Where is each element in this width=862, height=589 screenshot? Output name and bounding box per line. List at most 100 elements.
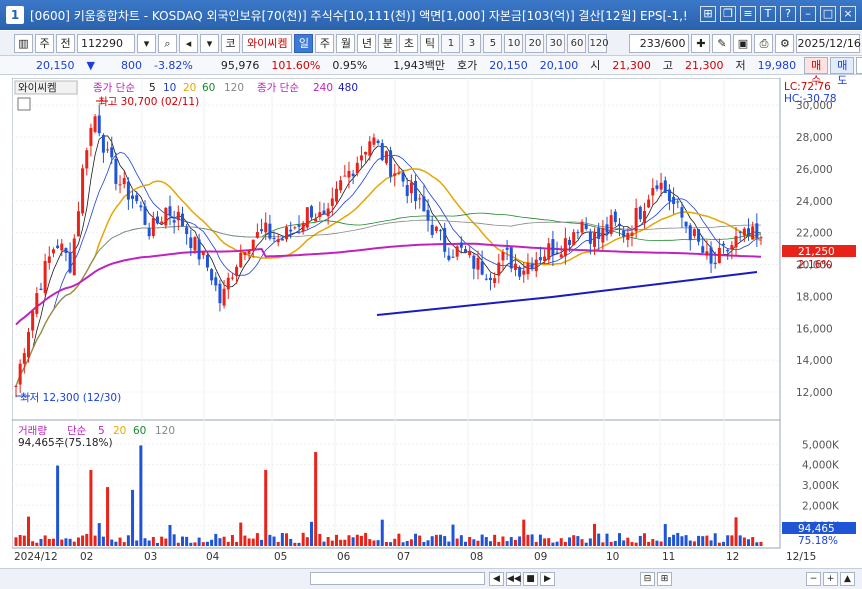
data-count[interactable]: 233/600 (629, 33, 690, 53)
volume-bar (56, 465, 60, 546)
stock-chart[interactable]: 30,00028,00026,00024,00022,00020,00018,0… (11, 77, 856, 572)
candle-body (97, 115, 101, 134)
current-price: 20,150 (36, 58, 75, 72)
scroll-left-button[interactable]: ◀ (489, 572, 504, 586)
volume-bar (172, 534, 176, 546)
volume-bar (122, 542, 126, 546)
period-tick[interactable]: 틱 (420, 33, 440, 53)
volume-bar (168, 524, 172, 546)
volume-bar (717, 542, 721, 546)
volume-bar (318, 533, 322, 546)
grid-toggle-icon[interactable] (17, 97, 31, 111)
volume-bar (742, 537, 746, 546)
text-icon[interactable]: T (760, 6, 776, 22)
list-icon[interactable]: ≡ (740, 6, 756, 22)
volume-bar (110, 539, 114, 546)
volume-bar (414, 533, 418, 546)
help-icon[interactable]: ? (780, 6, 796, 22)
interval-1[interactable]: 1 (441, 33, 461, 53)
period-week[interactable]: 주 (315, 33, 335, 53)
close-icon[interactable]: × (840, 6, 856, 22)
period-day[interactable]: 일 (294, 33, 314, 53)
volume-bar (243, 535, 247, 546)
candle-body (709, 247, 713, 264)
volume-bar (755, 542, 759, 546)
candle-body (538, 256, 542, 261)
volume-bar (272, 536, 276, 546)
tools-icon[interactable]: ✎ (712, 33, 732, 53)
date-axis: 2024/12 02 03 04 05 06 07 08 09 10 11 12 12/15 (14, 551, 816, 563)
volume-bar (472, 539, 476, 546)
volume-bar (634, 542, 638, 546)
date-input[interactable]: 2025/12/16 (796, 33, 861, 53)
scroll-prev-button[interactable]: ◀◀ (506, 572, 521, 586)
period-month[interactable]: 월 (336, 33, 356, 53)
interval-20[interactable]: 20 (525, 33, 545, 53)
candle-body (22, 353, 26, 364)
scroll-right-button[interactable]: ▶ (540, 572, 555, 586)
interval-3[interactable]: 3 (462, 33, 482, 53)
volume-bar (513, 539, 517, 546)
candle-body (18, 363, 22, 385)
volume-bar (201, 542, 205, 546)
date-tick-label: 11 (662, 551, 675, 563)
interval-5[interactable]: 5 (483, 33, 503, 53)
candle-body (56, 245, 60, 249)
period-second[interactable]: 초 (399, 33, 419, 53)
plus-button[interactable]: + (823, 572, 838, 586)
sell-button[interactable]: 매도 (830, 56, 855, 87)
stop-button[interactable]: ■ (523, 572, 538, 586)
interval-30[interactable]: 30 (546, 33, 566, 53)
buy-button[interactable]: 매수 (804, 56, 829, 87)
candle-body (572, 232, 576, 246)
volume-bar (738, 535, 742, 546)
candle-body (397, 172, 401, 174)
candle-body (717, 247, 721, 264)
volume-bar (368, 539, 372, 546)
volume-bar (372, 540, 376, 546)
candle-body (726, 249, 730, 252)
candle-body (122, 178, 126, 185)
candle-body (210, 269, 214, 281)
period-minute[interactable]: 분 (378, 33, 398, 53)
date-tick-label: 06 (337, 551, 351, 563)
crosshair-icon[interactable]: ✚ (691, 33, 711, 53)
chart-scrollbar[interactable] (310, 572, 485, 585)
volume-bar (480, 534, 484, 546)
volume-bar (359, 535, 363, 546)
candle-body (297, 224, 301, 227)
stock-name[interactable]: 와이씨켐 (242, 33, 293, 53)
minimize-icon[interactable]: – (800, 6, 816, 22)
link-icon[interactable]: ⊞ (700, 6, 716, 22)
volume-bar (31, 541, 35, 546)
print-icon[interactable]: ⎙ (754, 33, 774, 53)
eval-button[interactable]: 평 (856, 56, 862, 74)
volume-bar (260, 539, 264, 546)
maximize-icon[interactable]: □ (820, 6, 836, 22)
interval-10[interactable]: 10 (504, 33, 524, 53)
window-icon[interactable]: ❐ (720, 6, 736, 22)
code-input[interactable]: 112290 (77, 33, 135, 53)
zoom-in-icon[interactable]: ⊞ (657, 572, 672, 586)
dropdown-icon[interactable]: ▾ (200, 33, 219, 53)
candle-body (692, 229, 696, 237)
market-select[interactable]: 주 (35, 33, 54, 53)
interval-120[interactable]: 120 (588, 33, 609, 53)
minus-button[interactable]: − (806, 572, 821, 586)
candle-body (47, 256, 51, 263)
interval-60[interactable]: 60 (567, 33, 587, 53)
chart-area[interactable]: 30,000 28,000 26,000 24,000 22,000 20,000 18,0… (11, 77, 856, 572)
prev-button[interactable]: 전 (56, 33, 75, 53)
save-icon[interactable]: ▣ (733, 33, 753, 53)
volume-bar (439, 534, 443, 546)
zoom-out-icon[interactable]: ⊟ (640, 572, 655, 586)
speaker-icon[interactable]: ◂ (179, 33, 198, 53)
maximize-chart-button[interactable]: ▲ (840, 572, 855, 586)
settings-icon[interactable]: ⚙ (775, 33, 795, 53)
dropdown-icon[interactable]: ▾ (137, 33, 156, 53)
layout-icon[interactable]: ▥ (14, 33, 33, 53)
candle-body (609, 215, 613, 234)
search-icon[interactable]: ⌕ (158, 33, 177, 53)
candle-body (376, 140, 380, 144)
period-year[interactable]: 년 (357, 33, 377, 53)
